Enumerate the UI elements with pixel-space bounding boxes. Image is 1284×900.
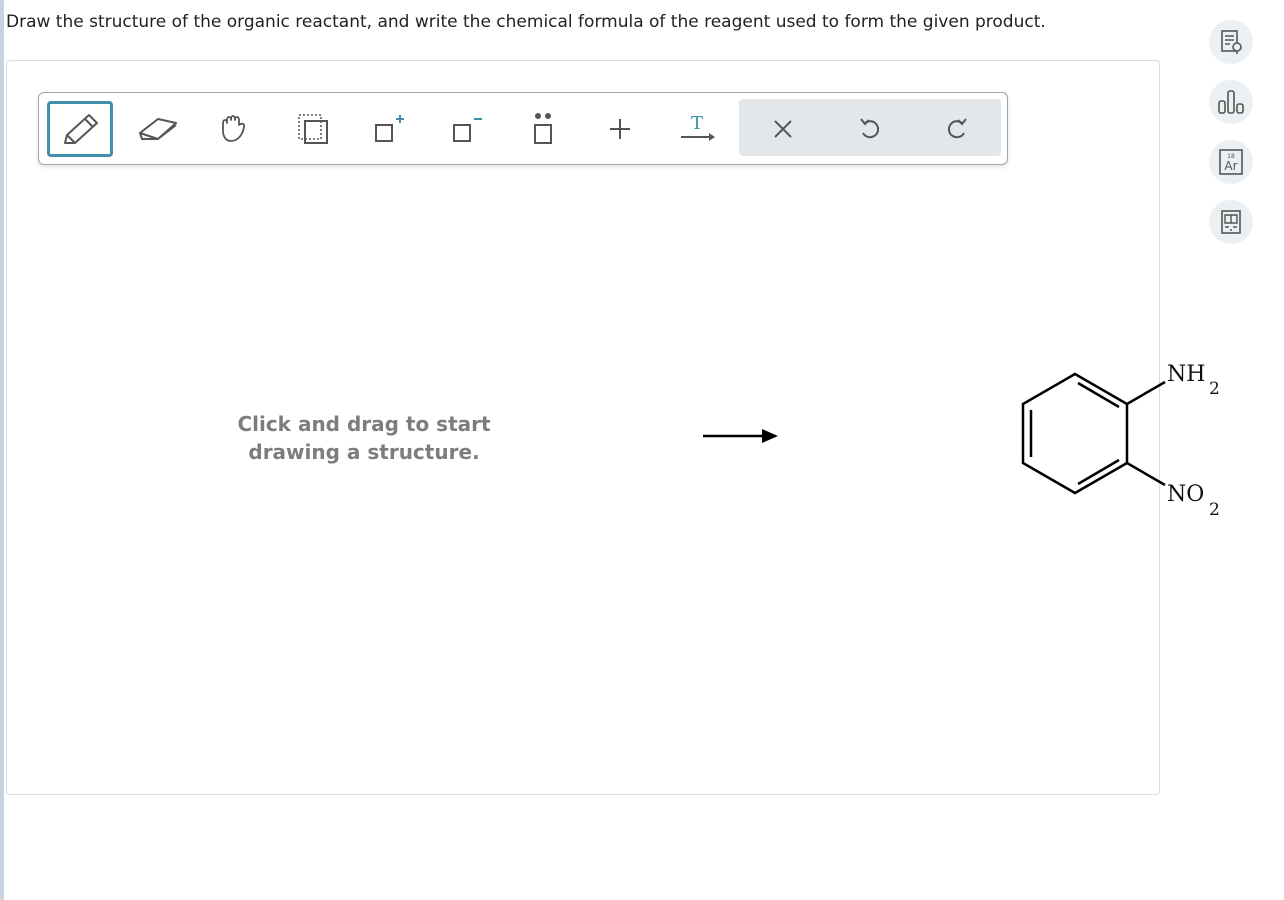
document-search-icon	[1221, 30, 1242, 54]
benzene-ring	[1021, 372, 1129, 495]
no2-label: NO 2	[1167, 482, 1220, 520]
product-molecule	[1021, 372, 1166, 495]
explanation-button[interactable]	[1209, 20, 1253, 64]
no2-subscript: 2	[1209, 500, 1220, 520]
nh2-subscript: 2	[1209, 379, 1220, 399]
calculator-button[interactable]	[1209, 200, 1253, 244]
periodic-element-icon: 18 Ar	[1219, 149, 1243, 175]
bar-chart-icon	[1218, 90, 1244, 114]
reaction-arrow	[703, 429, 778, 443]
book-icon	[1221, 210, 1241, 234]
bond-to-nh2	[1126, 380, 1166, 406]
periodic-table-button[interactable]: 18 Ar	[1209, 140, 1253, 184]
element-symbol: Ar	[1224, 159, 1237, 173]
data-button[interactable]	[1209, 80, 1253, 124]
reaction-scheme: NH 2 NO 2	[703, 362, 1220, 520]
no2-text: NO	[1167, 482, 1204, 507]
bond-to-no2	[1126, 461, 1166, 487]
nh2-label: NH 2	[1167, 362, 1220, 399]
nh2-text: NH	[1167, 362, 1205, 387]
